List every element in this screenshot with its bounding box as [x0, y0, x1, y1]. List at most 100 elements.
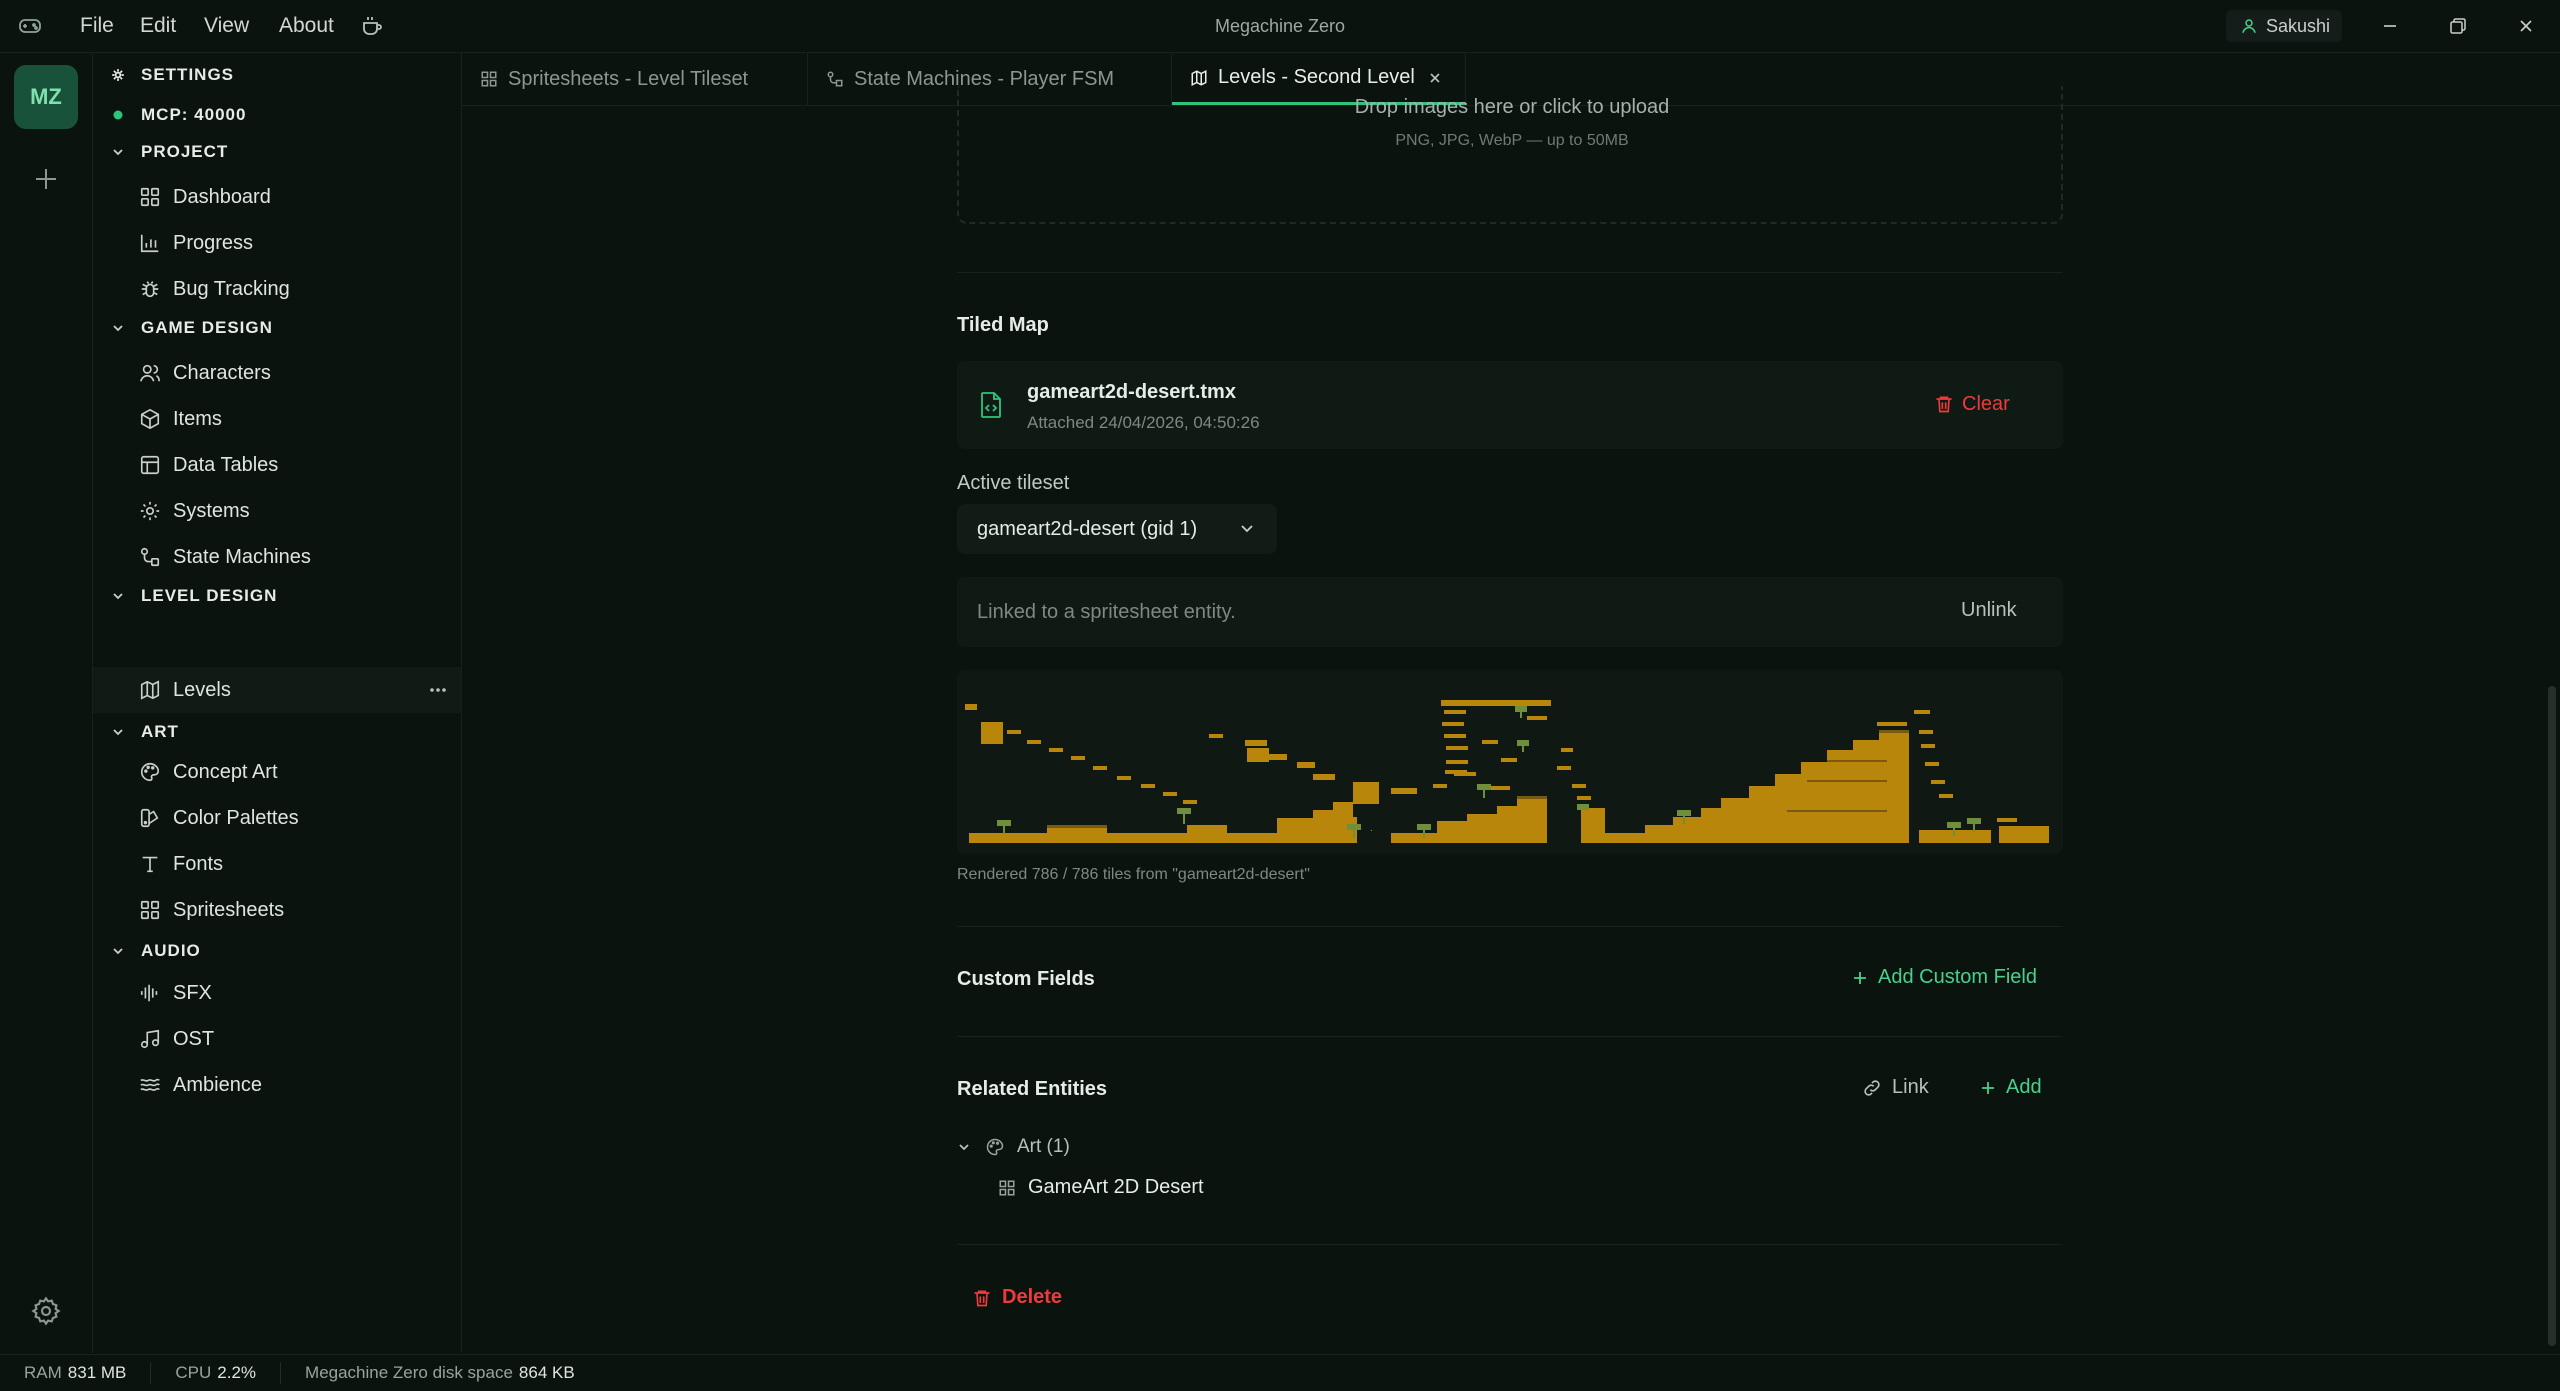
cpu-status: CPU 2.2%	[151, 1362, 282, 1384]
related-entities-heading: Related Entities	[957, 1078, 1108, 1100]
sidebar-item-color-palettes[interactable]: Color Palettes	[93, 796, 461, 840]
add-entity-button[interactable]: Add	[1980, 1076, 2042, 1099]
sidebar-item-levels[interactable]: Levels	[93, 667, 461, 713]
chevron-down-icon	[111, 944, 125, 958]
waves-icon	[139, 1074, 161, 1096]
sidebar-item-systems[interactable]: Systems	[93, 489, 461, 533]
sidebar-item-label: Dashboard	[173, 185, 271, 208]
sidebar-item-progress[interactable]: Progress	[93, 221, 461, 265]
link-label: Link	[1892, 1076, 1929, 1098]
clear-label: Clear	[1962, 392, 2010, 415]
sidebar-item-spritesheets[interactable]: Spritesheets	[93, 888, 461, 932]
status-bar: RAM 831 MB CPU 2.2% Megachine Zero disk …	[0, 1354, 2560, 1391]
active-tileset-label: Active tileset	[957, 472, 1070, 494]
users-icon	[139, 362, 161, 384]
music-icon	[139, 1028, 161, 1050]
unlink-button[interactable]: Unlink	[1961, 599, 2017, 622]
chevron-down-icon	[111, 725, 125, 739]
sidebar-item-concept-art[interactable]: Concept Art	[93, 750, 461, 794]
coffee-icon[interactable]	[360, 14, 384, 38]
sidebar: SETTINGS MCP: 40000 PROJECT Dashboard Pr…	[93, 53, 462, 1353]
maximize-button[interactable]	[2428, 0, 2488, 52]
sidebar-item-sfx[interactable]: SFX	[93, 971, 461, 1015]
clear-map-button[interactable]: Clear	[1934, 389, 2010, 419]
sidebar-item-dashboard[interactable]: Dashboard	[93, 175, 461, 219]
project-badge[interactable]: MZ	[14, 65, 78, 129]
custom-fields-heading: Custom Fields	[957, 968, 1095, 990]
state-machine-icon	[139, 546, 161, 568]
cpu-label: CPU	[175, 1363, 212, 1382]
status-dot-icon	[111, 108, 125, 122]
plus-icon	[1852, 970, 1868, 986]
swatch-icon	[139, 807, 161, 829]
render-status: Rendered 786 / 786 tiles from "gameart2d…	[957, 866, 1310, 883]
disk-label: Megachine Zero disk space	[305, 1363, 513, 1382]
gear-icon[interactable]	[30, 1295, 62, 1327]
tab-label: Spritesheets - Level Tileset	[508, 67, 749, 90]
sidebar-item-characters[interactable]: Characters	[93, 351, 461, 395]
sidebar-item-bug-tracking[interactable]: Bug Tracking	[93, 267, 461, 311]
chevron-down-icon	[957, 1140, 971, 1154]
section-art[interactable]: ART	[93, 715, 461, 749]
sidebar-item-fonts[interactable]: Fonts	[93, 842, 461, 886]
add-project-icon[interactable]	[32, 165, 60, 193]
sidebar-item-label: State Machines	[173, 545, 311, 568]
link-entity-button[interactable]: Link	[1862, 1076, 1929, 1099]
section-level-design[interactable]: LEVEL DESIGN	[93, 579, 461, 613]
sidebar-item-data-tables[interactable]: Data Tables	[93, 443, 461, 487]
chevron-down-icon	[111, 145, 125, 159]
more-icon[interactable]	[429, 687, 447, 693]
activity-bar: MZ	[0, 53, 93, 1353]
section-game-design[interactable]: GAME DESIGN	[93, 311, 461, 345]
section-label: LEVEL DESIGN	[141, 586, 278, 605]
menu-file[interactable]: File	[80, 0, 114, 52]
image-dropzone[interactable]: Drop images here or click to upload PNG,…	[957, 86, 2063, 224]
related-entity-item[interactable]: GameArt 2D Desert	[998, 1176, 1204, 1199]
user-icon	[2240, 17, 2258, 35]
user-button[interactable]: Sakushi	[2226, 10, 2342, 42]
sidebar-item-label: Data Tables	[173, 453, 279, 476]
related-group-art[interactable]: Art (1)	[957, 1136, 1070, 1158]
sidebar-item-label: Ambience	[173, 1073, 262, 1096]
sidebar-item-state-machines[interactable]: State Machines	[93, 535, 461, 579]
menu-about[interactable]: About	[279, 0, 334, 52]
link-icon	[1862, 1078, 1882, 1098]
sidebar-item-label: Systems	[173, 499, 250, 522]
section-audio[interactable]: AUDIO	[93, 934, 461, 968]
tileset-select[interactable]: gameart2d-desert (gid 1)	[957, 504, 1277, 554]
table-icon	[139, 454, 161, 476]
chevron-down-icon	[111, 589, 125, 603]
sidebar-item-ost[interactable]: OST	[93, 1017, 461, 1061]
section-label: AUDIO	[141, 941, 201, 960]
map-icon	[139, 679, 161, 701]
sidebar-settings[interactable]: SETTINGS	[93, 58, 461, 92]
audio-wave-icon	[139, 982, 161, 1004]
sidebar-item-items[interactable]: Items	[93, 397, 461, 441]
sidebar-item-ambience[interactable]: Ambience	[93, 1063, 461, 1107]
close-tab-icon[interactable]	[1429, 72, 1441, 84]
scrollbar-thumb[interactable]	[2548, 686, 2556, 1346]
add-custom-field-button[interactable]: Add Custom Field	[1852, 966, 2037, 989]
mcp-label: MCP: 40000	[141, 105, 247, 124]
close-window-button[interactable]	[2496, 0, 2556, 52]
related-entity-label: GameArt 2D Desert	[1028, 1176, 1204, 1198]
map-icon	[1190, 69, 1208, 87]
menu-view[interactable]: View	[204, 0, 249, 52]
disk-status: Megachine Zero disk space 864 KB	[281, 1362, 599, 1384]
settings-label: SETTINGS	[141, 65, 235, 84]
minimize-icon	[2381, 17, 2399, 35]
delete-level-button[interactable]: Delete	[972, 1286, 1062, 1309]
grid-icon	[480, 70, 498, 88]
minimize-button[interactable]	[2360, 0, 2420, 52]
tiled-map-preview	[957, 670, 2063, 854]
box-icon	[139, 408, 161, 430]
file-code-icon	[979, 391, 1003, 419]
sidebar-item-label: Progress	[173, 231, 254, 254]
section-project[interactable]: PROJECT	[93, 135, 461, 169]
tiled-map-attached: Attached 24/04/2026, 04:50:26	[1027, 413, 1260, 432]
dropzone-hint: PNG, JPG, WebP — up to 50MB	[1395, 132, 1629, 149]
tab-spritesheets-level-tileset[interactable]: Spritesheets - Level Tileset	[462, 53, 808, 105]
sidebar-mcp-status[interactable]: MCP: 40000	[93, 98, 461, 132]
menu-edit[interactable]: Edit	[140, 0, 176, 52]
gear-small-icon	[111, 68, 125, 82]
